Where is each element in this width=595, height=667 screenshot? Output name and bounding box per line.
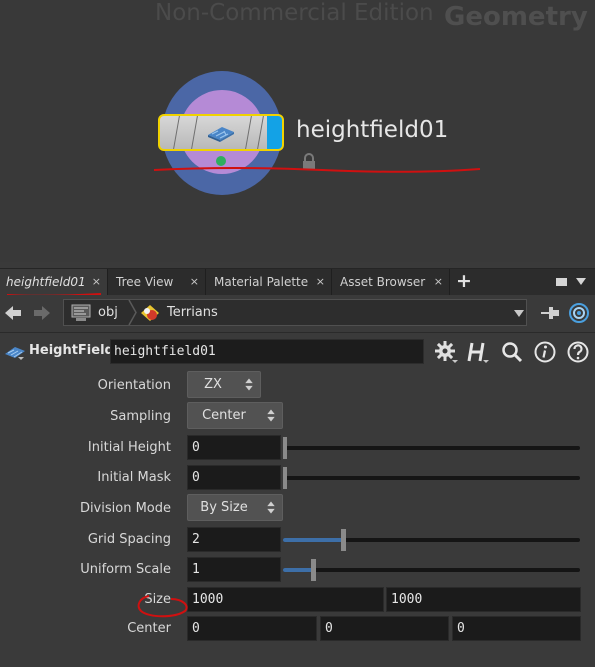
heightfield-node[interactable] xyxy=(158,114,284,151)
uniform-scale-field[interactable]: 1 xyxy=(187,557,281,582)
parameter-header: HeightField heightfield01 xyxy=(0,334,595,368)
help-icon[interactable] xyxy=(566,340,590,364)
center-label: Center xyxy=(127,621,171,636)
tab-close-icon[interactable]: × xyxy=(190,275,199,288)
forward-arrow-icon[interactable] xyxy=(32,304,52,322)
magnifier-icon[interactable] xyxy=(500,340,524,364)
tab-close-icon[interactable]: × xyxy=(92,275,101,288)
tab-label: Asset Browser xyxy=(340,275,426,289)
uniform-scale-slider[interactable] xyxy=(283,557,581,583)
tab-label: Material Palette xyxy=(214,275,309,289)
initial-mask-slider[interactable] xyxy=(283,465,581,491)
initial-mask-label: Initial Mask xyxy=(97,470,171,485)
annotation-underline xyxy=(153,167,481,173)
heightfield-icon[interactable] xyxy=(4,344,26,360)
path-bar: obj Terrians xyxy=(0,295,595,333)
network-path[interactable]: obj Terrians xyxy=(63,299,527,326)
uniform-scale-label: Uniform Scale xyxy=(80,562,171,577)
pin-icon[interactable] xyxy=(539,303,561,323)
houdini-h-icon[interactable] xyxy=(466,340,490,364)
back-arrow-icon[interactable] xyxy=(3,304,23,322)
up-down-arrows-icon xyxy=(267,501,275,514)
tab-close-icon[interactable]: × xyxy=(434,275,443,288)
grid-spacing-field[interactable]: 2 xyxy=(187,527,281,552)
division-mode-value: By Size xyxy=(200,500,248,515)
heightfield-node-icon xyxy=(208,127,234,142)
network-obj-icon xyxy=(71,304,91,321)
orientation-label: Orientation xyxy=(97,378,171,393)
center-y-field[interactable]: 0 xyxy=(320,616,449,641)
path-root-label[interactable]: obj xyxy=(98,305,118,320)
terrain-icon xyxy=(141,305,159,321)
initial-height-slider[interactable] xyxy=(283,435,581,461)
target-icon[interactable] xyxy=(568,302,590,324)
display-flag[interactable] xyxy=(267,116,282,149)
size-y-field[interactable]: 1000 xyxy=(386,587,581,612)
sampling-value: Center xyxy=(202,408,246,423)
maximize-pane-icon[interactable] xyxy=(556,278,567,286)
path-dropdown-icon[interactable] xyxy=(514,310,524,317)
up-down-arrows-icon xyxy=(245,378,253,391)
add-tab-button[interactable]: + xyxy=(456,270,472,292)
tab-material-palette[interactable]: Material Palette × xyxy=(208,269,332,295)
info-icon[interactable] xyxy=(533,340,557,364)
node-name-label: heightfield01 xyxy=(296,117,449,143)
pane-menu-icon[interactable] xyxy=(576,278,586,285)
orientation-value: ZX xyxy=(204,377,222,392)
tab-label: Tree View xyxy=(116,275,174,289)
initial-height-field[interactable]: 0 xyxy=(187,435,281,460)
tab-asset-browser[interactable]: Asset Browser × xyxy=(334,269,450,295)
center-z-field[interactable]: 0 xyxy=(452,616,581,641)
center-x-field[interactable]: 0 xyxy=(187,616,317,641)
grid-spacing-slider[interactable] xyxy=(283,527,581,553)
division-mode-label: Division Mode xyxy=(79,501,171,516)
network-editor[interactable]: Non-Commercial Edition Geometry heightfi… xyxy=(0,0,595,262)
context-label: Geometry xyxy=(444,2,588,32)
tab-close-icon[interactable]: × xyxy=(316,275,325,288)
sampling-label: Sampling xyxy=(110,409,171,424)
orientation-menu[interactable]: ZX xyxy=(187,371,261,398)
node-name-field[interactable]: heightfield01 xyxy=(110,339,424,364)
grid-spacing-label: Grid Spacing xyxy=(87,532,171,547)
node-type-label: HeightField xyxy=(29,343,114,358)
parameter-panel: Orientation ZX Sampling Center Initial H… xyxy=(0,368,595,667)
tab-tree-view[interactable]: Tree View × xyxy=(110,269,206,295)
division-mode-menu[interactable]: By Size xyxy=(187,494,283,521)
tab-label: heightfield01 xyxy=(6,275,86,289)
initial-height-label: Initial Height xyxy=(87,440,171,455)
path-current-label[interactable]: Terrians xyxy=(167,305,218,320)
edition-watermark: Non-Commercial Edition xyxy=(155,0,434,26)
initial-mask-field[interactable]: 0 xyxy=(187,465,281,490)
sampling-menu[interactable]: Center xyxy=(187,402,283,429)
path-separator xyxy=(128,300,137,325)
annotation-circle xyxy=(137,595,188,618)
size-x-field[interactable]: 1000 xyxy=(187,587,384,612)
up-down-arrows-icon xyxy=(267,409,275,422)
gear-icon[interactable] xyxy=(434,340,458,364)
